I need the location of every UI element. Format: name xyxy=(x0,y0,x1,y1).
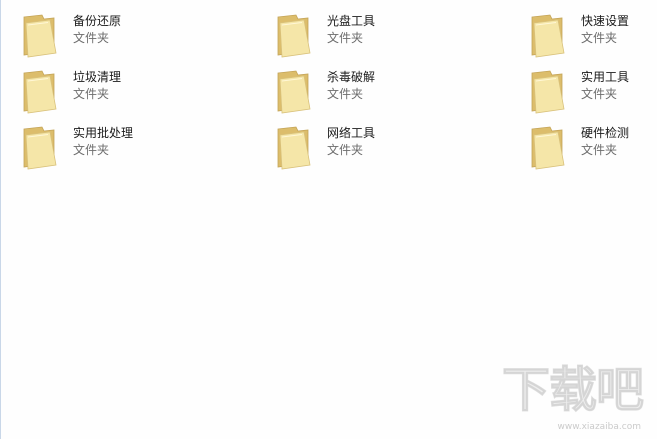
folder-name: 垃圾清理 xyxy=(73,70,122,84)
folder-icon xyxy=(528,67,578,117)
folder-item-junk-cleanup[interactable]: 垃圾清理 文件夹 xyxy=(20,67,250,117)
folder-type: 文件夹 xyxy=(581,31,618,45)
folder-type: 文件夹 xyxy=(327,143,364,157)
folder-icon xyxy=(274,123,324,173)
folder-type: 文件夹 xyxy=(73,87,110,101)
folder-name: 网络工具 xyxy=(327,126,376,140)
folder-type: 文件夹 xyxy=(73,31,110,45)
folder-item-disc-tools[interactable]: 光盘工具 文件夹 xyxy=(274,11,504,61)
folder-item-antivirus-crack[interactable]: 杀毒破解 文件夹 xyxy=(274,67,504,117)
watermark-url: www.xiazaiba.com xyxy=(557,422,641,432)
folder-name: 杀毒破解 xyxy=(327,70,376,84)
folder-name: 光盘工具 xyxy=(327,14,376,28)
folder-item-network-tools[interactable]: 网络工具 文件夹 xyxy=(274,123,504,173)
folder-item-quick-settings[interactable]: 快速设置 文件夹 xyxy=(528,11,653,61)
folder-name: 备份还原 xyxy=(73,14,122,28)
folder-name: 实用工具 xyxy=(581,70,630,84)
folder-name: 快速设置 xyxy=(581,14,630,28)
folder-icon xyxy=(20,67,70,117)
folder-icon xyxy=(528,11,578,61)
folder-name: 硬件检测 xyxy=(581,126,630,140)
folder-icon xyxy=(274,67,324,117)
folder-type: 文件夹 xyxy=(581,143,618,157)
folder-type: 文件夹 xyxy=(581,87,618,101)
folder-icon xyxy=(528,123,578,173)
folder-icon xyxy=(20,11,70,61)
folder-type: 文件夹 xyxy=(327,87,364,101)
watermark: 下载吧 www.xiazaiba.com xyxy=(493,362,644,433)
folder-item-backup-restore[interactable]: 备份还原 文件夹 xyxy=(20,11,250,61)
folder-icon xyxy=(20,123,70,173)
folder-type: 文件夹 xyxy=(73,143,110,157)
folder-icon xyxy=(274,11,324,61)
watermark-logo-text: 下载吧 xyxy=(501,362,644,418)
folder-type: 文件夹 xyxy=(327,31,364,45)
folder-item-batch-scripts[interactable]: 实用批处理 文件夹 xyxy=(20,123,250,173)
folder-item-utilities[interactable]: 实用工具 文件夹 xyxy=(528,67,653,117)
folder-item-hardware-detect[interactable]: 硬件检测 文件夹 xyxy=(528,123,653,173)
folder-name: 实用批处理 xyxy=(73,126,134,140)
